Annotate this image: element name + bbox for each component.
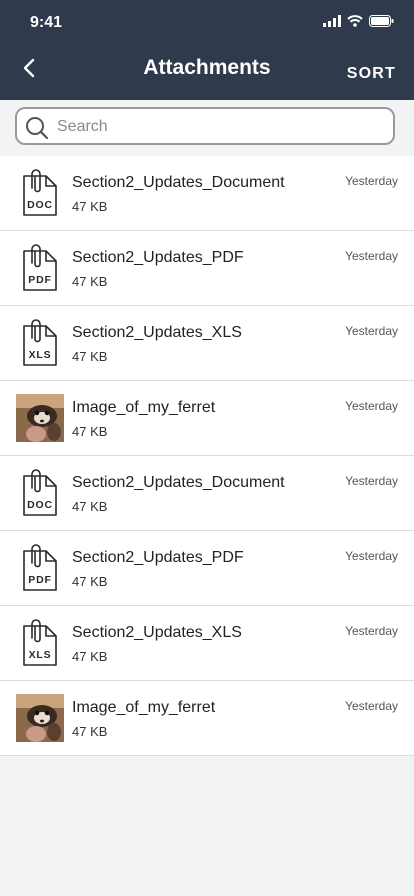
attachment-name: Section2_Updates_XLS <box>72 324 242 341</box>
attachment-size: 47 KB <box>72 349 108 364</box>
attachment-size: 47 KB <box>72 574 108 589</box>
attachment-size: 47 KB <box>72 424 108 439</box>
attachment-date: Yesterday <box>345 699 398 713</box>
attachment-row[interactable]: PDF Section2_Updates_PDF 47 KB Yesterday <box>0 231 414 306</box>
attachment-size: 47 KB <box>72 649 108 664</box>
attachment-size: 47 KB <box>72 274 108 289</box>
doc-file-icon: DOC <box>22 169 58 217</box>
attachment-name: Image_of_my_ferret <box>72 399 216 416</box>
wifi-icon <box>347 15 363 27</box>
status-time: 9:41 <box>30 14 63 31</box>
app-header: 9:41 Attachments SORT <box>0 0 414 100</box>
image-thumbnail <box>16 394 64 442</box>
status-icons <box>323 15 394 27</box>
attachment-row[interactable]: Image_of_my_ferret 47 KB Yesterday <box>0 681 414 756</box>
doc-file-icon: DOC <box>22 469 58 517</box>
sort-button[interactable]: SORT <box>347 65 396 83</box>
attachment-row[interactable]: Image_of_my_ferret 47 KB Yesterday <box>0 381 414 456</box>
pdf-file-icon: PDF <box>22 244 58 292</box>
attachment-date: Yesterday <box>345 324 398 338</box>
pdf-file-icon: PDF <box>22 544 58 592</box>
attachment-size: 47 KB <box>72 499 108 514</box>
image-thumbnail <box>16 694 64 742</box>
xls-file-icon: XLS <box>22 619 58 667</box>
attachment-row[interactable]: PDF Section2_Updates_PDF 47 KB Yesterday <box>0 531 414 606</box>
search-icon <box>26 117 49 140</box>
attachment-name: Section2_Updates_PDF <box>72 249 244 266</box>
attachment-row[interactable]: XLS Section2_Updates_XLS 47 KB Yesterday <box>0 606 414 681</box>
battery-icon <box>369 15 394 27</box>
attachment-row[interactable]: DOC Section2_Updates_Document 47 KB Yesterd… <box>0 156 414 231</box>
attachment-date: Yesterday <box>345 624 398 638</box>
attachment-name: Section2_Updates_XLS <box>72 624 242 641</box>
file-type-label: XLS <box>29 349 52 361</box>
attachment-row[interactable]: XLS Section2_Updates_XLS 47 KB Yesterday <box>0 306 414 381</box>
attachment-date: Yesterday <box>345 174 398 188</box>
attachment-list: DOC Section2_Updates_Document 47 KB Yesterd… <box>0 156 414 756</box>
attachment-date: Yesterday <box>345 399 398 413</box>
attachment-date: Yesterday <box>345 474 398 488</box>
attachment-size: 47 KB <box>72 199 108 214</box>
xls-file-icon: XLS <box>22 319 58 367</box>
attachment-name: Section2_Updates_Document <box>72 474 285 491</box>
search-bar[interactable] <box>15 107 395 145</box>
search-input[interactable] <box>55 109 389 145</box>
file-type-label: XLS <box>29 649 52 661</box>
attachment-name: Image_of_my_ferret <box>72 699 216 716</box>
signal-icon <box>323 15 341 27</box>
file-type-label: PDF <box>28 574 51 586</box>
attachment-name: Section2_Updates_Document <box>72 174 285 191</box>
file-type-label: PDF <box>28 274 51 286</box>
attachment-size: 47 KB <box>72 724 108 739</box>
attachment-name: Section2_Updates_PDF <box>72 549 244 566</box>
file-type-label: DOC <box>27 499 53 511</box>
file-type-label: DOC <box>27 199 53 211</box>
attachment-date: Yesterday <box>345 549 398 563</box>
attachment-row[interactable]: DOC Section2_Updates_Document 47 KB Yesterd… <box>0 456 414 531</box>
attachment-date: Yesterday <box>345 249 398 263</box>
